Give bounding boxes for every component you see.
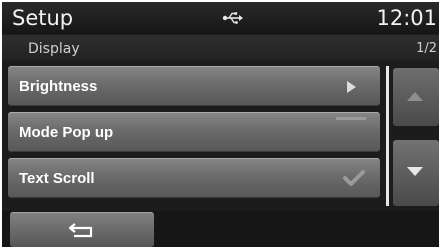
back-icon: [68, 223, 93, 238]
menu-item-text-scroll[interactable]: Text Scroll: [8, 158, 380, 198]
arrow-right-icon: [347, 81, 356, 93]
check-icon: [343, 170, 365, 186]
down-arrow-icon: [407, 167, 423, 176]
menu-item-mode-pop-up[interactable]: Mode Pop up: [8, 112, 380, 152]
up-arrow-icon: [407, 92, 423, 101]
status-bar: Setup 12:01: [2, 2, 439, 34]
dash-icon: [336, 117, 366, 120]
sub-header: Display 1/2: [2, 35, 439, 61]
page-indicator: 1/2: [416, 41, 437, 56]
menu-item-label: Mode Pop up: [19, 124, 114, 141]
scroll-divider: [386, 66, 389, 206]
bottom-bar: [2, 211, 439, 247]
scroll-up-button[interactable]: [393, 68, 439, 126]
page-title: Setup: [12, 6, 74, 30]
menu-item-label: Text Scroll: [19, 170, 95, 187]
section-title: Display: [28, 41, 80, 57]
menu-item-brightness[interactable]: Brightness: [8, 66, 380, 106]
usb-icon: [222, 12, 243, 24]
scroll-down-button[interactable]: [393, 140, 439, 206]
clock: 12:01: [376, 6, 437, 30]
back-button[interactable]: [10, 212, 154, 247]
menu-item-label: Brightness: [19, 78, 98, 95]
setup-screen: Setup 12:01 Display 1/2 Brightness Mode …: [2, 2, 439, 247]
